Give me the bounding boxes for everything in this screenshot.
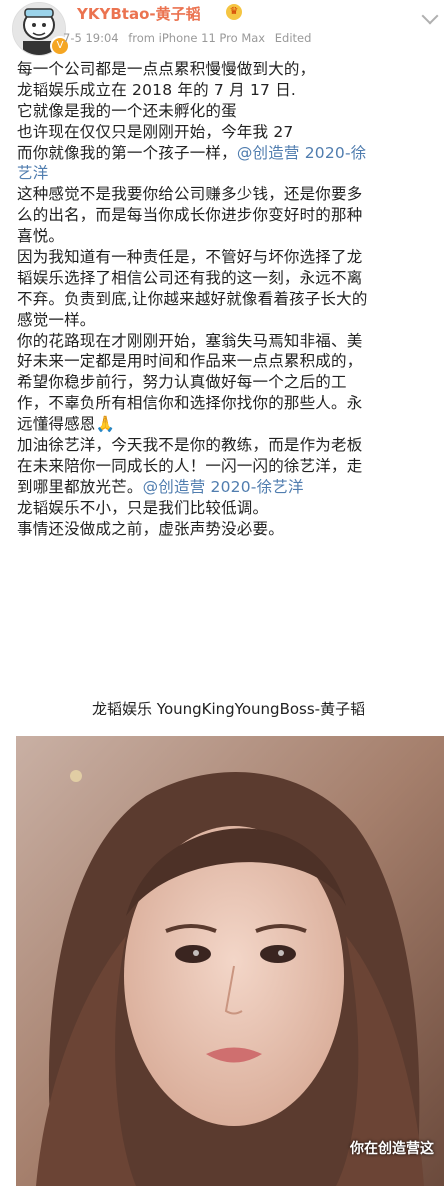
- post-line: 远懂得感恩🙏: [17, 414, 442, 435]
- post-line: 喜悦。: [17, 226, 442, 247]
- post-text-segment: 韬娱乐选择了相信公司还有我的这一刻，永远不离: [17, 268, 363, 287]
- edited-label: Edited: [274, 31, 312, 45]
- post-photo[interactable]: 你在创造营这: [16, 736, 444, 1186]
- post-line: 加油徐艺洋，今天我不是你的教练，而是作为老板: [17, 435, 442, 456]
- post-line: 每一个公司都是一点点累积慢慢做到大的，: [17, 59, 442, 80]
- post-line: 因为我知道有一种责任是，不管好与坏你选择了龙: [17, 247, 442, 268]
- photo-watermark: 你在创造营这: [350, 1141, 434, 1157]
- post-header: V YKYBtao-黄子韬 ♛ 7-5 19:04 from iPhone 11…: [0, 0, 448, 56]
- post-text-segment: 龙韬娱乐成立在 2018 年的 7 月 17 日.: [17, 80, 297, 99]
- post-line: 事情还没做成之前，虚张声势没必要。: [17, 519, 442, 540]
- post-line: 而你就像我的第一个孩子一样，@创造营 2020-徐: [17, 143, 442, 164]
- post-text-segment: 事情还没做成之前，虚张声势没必要。: [17, 519, 284, 538]
- post-line: 韬娱乐选择了相信公司还有我的这一刻，永远不离: [17, 268, 442, 289]
- post-line: 这种感觉不是我要你给公司赚多少钱，还是你要多: [17, 184, 442, 205]
- post-text-segment: 也许现在仅仅只是刚刚开始，今年我 27: [17, 122, 294, 141]
- post-text-segment: 作，不辜负所有相信你和选择你找你的那些人。永: [17, 394, 363, 413]
- crown-icon: ♛: [226, 4, 242, 20]
- username[interactable]: YKYBtao-黄子韬: [77, 3, 201, 24]
- post-line: 感觉一样。: [17, 310, 442, 331]
- post-source: from iPhone 11 Pro Max: [128, 31, 266, 45]
- post-line: 不弃。负责到底,让你越来越好就像看着孩子长大的: [17, 289, 442, 310]
- post-line: 作，不辜负所有相信你和选择你找你的那些人。永: [17, 393, 442, 414]
- mention-link[interactable]: @创造营 2020-徐艺洋: [143, 478, 304, 496]
- post-text-segment: 好未来一定都是用时间和作品来一点点累积成的，: [17, 352, 363, 371]
- post-text-segment: 你的花路现在才刚刚开始，塞翁失马焉知非福、美: [17, 331, 363, 350]
- post-line: 它就像是我的一个还未孵化的蛋: [17, 101, 442, 122]
- post-line: 希望你稳步前行，努力认真做好每一个之后的工: [17, 372, 442, 393]
- post-line: 龙韬娱乐成立在 2018 年的 7 月 17 日.: [17, 80, 442, 101]
- post-text-segment: 加油徐艺洋，今天我不是你的教练，而是作为老板: [17, 436, 363, 455]
- mention-link[interactable]: 艺洋: [17, 164, 48, 182]
- post-line: 到哪里都放光芒。@创造营 2020-徐艺洋: [17, 477, 442, 498]
- post-text-segment: 因为我知道有一种责任是，不管好与坏你选择了龙: [17, 248, 363, 267]
- post-line: 好未来一定都是用时间和作品来一点点累积成的，: [17, 351, 442, 372]
- post-meta: 7-5 19:04 from iPhone 11 Pro Max Edited: [63, 31, 317, 45]
- post-signature: 龙韬娱乐 YoungKingYoungBoss-黄子韬: [92, 700, 366, 718]
- post-line: 也许现在仅仅只是刚刚开始，今年我 27: [17, 122, 442, 143]
- post-text-segment: 不弃。负责到底,让你越来越好就像看着孩子长大的: [17, 289, 368, 308]
- post-body: 每一个公司都是一点点累积慢慢做到大的， 龙韬娱乐成立在 2018 年的 7 月 1…: [17, 59, 442, 539]
- post-line: 你的花路现在才刚刚开始，塞翁失马焉知非福、美: [17, 331, 442, 352]
- post-line: 在未来陪你一同成长的人！一闪一闪的徐艺洋，走: [17, 456, 442, 477]
- photo-image: [16, 736, 444, 1186]
- post-text-segment: 希望你稳步前行，努力认真做好每一个之后的工: [17, 373, 347, 392]
- post-line: 艺洋: [17, 163, 442, 184]
- post-text-segment: 感觉一样。: [17, 310, 96, 329]
- post-text-segment: 龙韬娱乐不小，只是我们比较低调。: [17, 498, 269, 517]
- post-text-segment: 它就像是我的一个还未孵化的蛋: [17, 101, 237, 120]
- mention-link[interactable]: @创造营 2020-徐: [237, 144, 367, 162]
- post-text-segment: 这种感觉不是我要你给公司赚多少钱，还是你要多: [17, 185, 363, 204]
- post-text-segment: 在未来陪你一同成长的人！一闪一闪的徐艺洋，走: [17, 456, 363, 475]
- post-text-segment: 到哪里都放光芒。: [17, 477, 143, 496]
- post-line: 龙韬娱乐不小，只是我们比较低调。: [17, 498, 442, 519]
- post-text-segment: 而你就像我的第一个孩子一样，: [17, 143, 237, 162]
- chevron-down-icon[interactable]: [421, 7, 439, 25]
- post-text-segment: 么的出名，而是每当你成长你进步你变好时的那种: [17, 206, 363, 225]
- post-time: 7-5 19:04: [63, 31, 119, 45]
- post-text-segment: 每一个公司都是一点点累积慢慢做到大的，: [17, 60, 316, 78]
- post-text-segment: 远懂得感恩🙏: [17, 415, 115, 434]
- post-line: 么的出名，而是每当你成长你进步你变好时的那种: [17, 205, 442, 226]
- post-text-segment: 喜悦。: [17, 227, 65, 246]
